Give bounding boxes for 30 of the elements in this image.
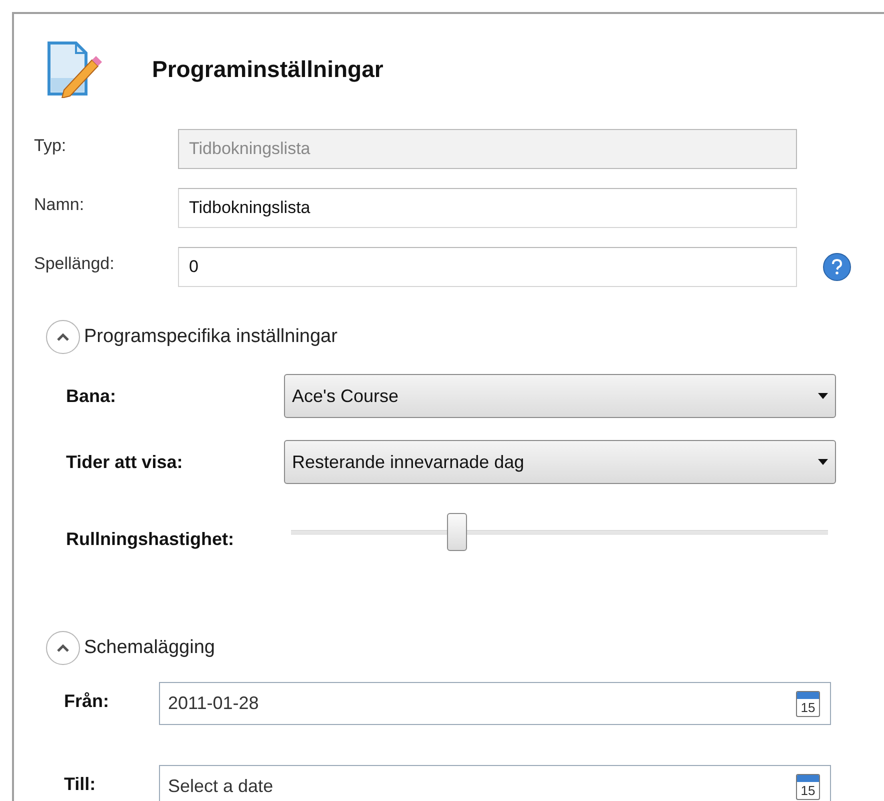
text-field[interactable]: Tidbokningslista: [178, 188, 797, 228]
dropdown[interactable]: Ace's Course: [284, 374, 836, 418]
document-pencil-icon: [46, 40, 104, 98]
dropdown[interactable]: Resterande innevarnade dag: [284, 440, 836, 484]
slider-thumb[interactable]: [447, 512, 468, 550]
help-icon[interactable]: [823, 253, 851, 281]
date-field[interactable]: Select a date 15: [159, 765, 831, 801]
date-field[interactable]: 2011-01-28 15: [159, 682, 831, 725]
section-header: Schemalägging: [84, 636, 215, 660]
field-label: Rullningshastighet:: [66, 528, 235, 551]
field-label: Till:: [64, 773, 97, 796]
text-field[interactable]: 0: [178, 247, 797, 287]
field-label: Namn:: [34, 194, 86, 216]
window-title: Programinställningar: [152, 54, 384, 84]
dropdown-arrow-icon: [818, 459, 828, 465]
collapse-toggle[interactable]: [46, 631, 80, 665]
field-label: Spellängd:: [34, 253, 116, 276]
chevron-icon: [56, 643, 70, 653]
dropdown-arrow-icon: [818, 393, 828, 399]
section-header: Programspecifika inställningar: [84, 324, 338, 349]
calendar-icon[interactable]: 15: [796, 690, 820, 716]
calendar-icon[interactable]: 15: [796, 774, 820, 800]
field-label: Tider att visa:: [66, 450, 184, 474]
field-label: Bana:: [66, 384, 118, 408]
field-label: Från:: [64, 690, 110, 713]
date-input[interactable]: Select a date: [168, 773, 468, 800]
chevron-icon: [56, 332, 70, 342]
field-label: Typ:: [34, 135, 68, 158]
collapse-toggle[interactable]: [46, 320, 80, 354]
date-value: 2011-01-28: [168, 692, 259, 715]
